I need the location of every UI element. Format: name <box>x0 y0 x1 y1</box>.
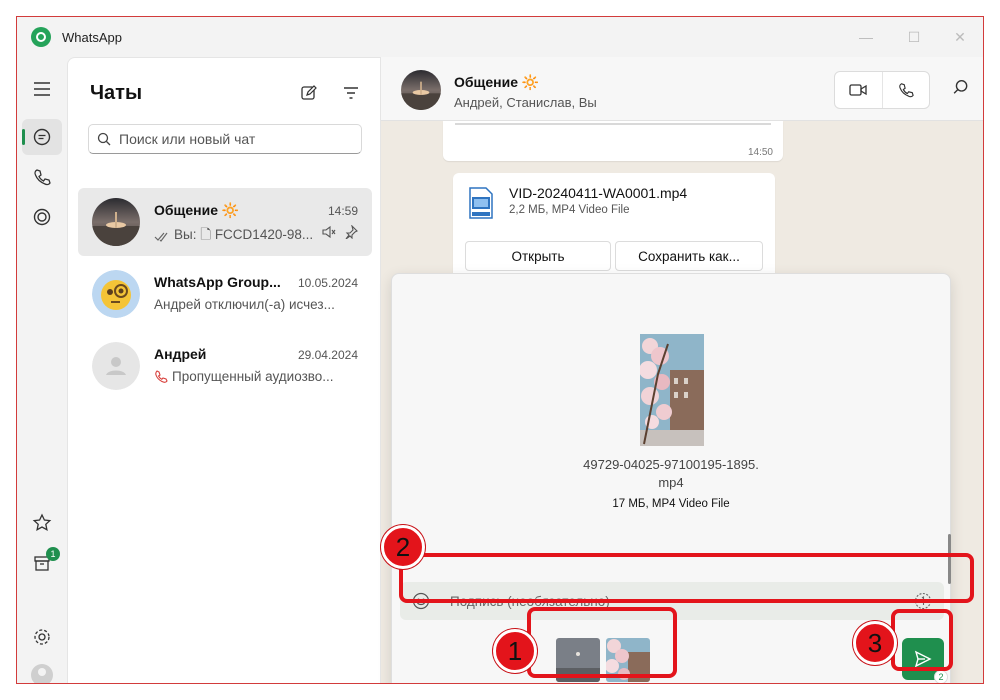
chat-item[interactable]: Общение 🔆 14:59 Вы: 🗋 FCCD1420-98... <box>78 188 372 256</box>
step-marker-2: 2 <box>381 525 425 569</box>
video-file-icon <box>469 187 493 219</box>
chat-avatar <box>92 198 140 246</box>
chat-avatar <box>92 270 140 318</box>
nav-rail: 1 <box>17 57 67 683</box>
chat-preview: Пропущенный аудиозво... <box>154 369 334 384</box>
chat-preview: Андрей отключил(-а) исчез... <box>154 297 335 312</box>
search-icon <box>97 132 111 146</box>
chat-item[interactable]: WhatsApp Group... 10.05.2024 Андрей откл… <box>78 260 372 328</box>
file-name: VID-20240411-WA0001.mp4 <box>509 185 688 201</box>
archive-badge: 1 <box>46 547 60 561</box>
title-bar: WhatsApp — ☐ ✕ <box>17 17 983 57</box>
pin-icon <box>345 225 358 239</box>
whatsapp-logo-icon <box>31 27 51 47</box>
conversation-header: Общение 🔆 Андрей, Станислав, Вы <box>381 57 983 121</box>
attachment-file-name: 49729-04025-97100195-1895. mp4 <box>583 457 759 490</box>
conversation-participants: Андрей, Станислав, Вы <box>454 95 597 110</box>
chat-list-panel: Чаты Общение 🔆 14:59 Вы: 🗋 FCCD1420-98..… <box>67 57 381 683</box>
nav-calls[interactable] <box>22 159 62 195</box>
conversation-search-button[interactable] <box>953 79 969 100</box>
search-input[interactable] <box>119 131 349 147</box>
nav-chats[interactable] <box>22 119 62 155</box>
conversation-avatar[interactable] <box>401 70 441 110</box>
search-icon <box>953 80 968 94</box>
chat-name: WhatsApp Group... <box>154 274 281 290</box>
missed-call-icon <box>155 369 168 383</box>
double-check-icon <box>154 232 168 242</box>
close-button[interactable]: ✕ <box>937 23 983 51</box>
save-as-button[interactable]: Сохранить как... <box>615 241 763 271</box>
attachment-file-meta: 17 МБ, MP4 Video File <box>612 498 730 510</box>
minimize-button[interactable]: — <box>843 23 889 51</box>
menu-icon <box>34 82 50 96</box>
chat-avatar <box>92 342 140 390</box>
message-bubble: 14:50 <box>443 121 783 161</box>
send-count-badge: 2 <box>934 670 948 683</box>
profile-avatar <box>31 664 53 683</box>
file-meta: 2,2 МБ, MP4 Video File <box>509 204 630 216</box>
status-icon <box>33 208 51 226</box>
filter-button[interactable] <box>338 80 364 106</box>
video-call-button[interactable] <box>835 72 883 108</box>
chat-name: Общение 🔆 <box>154 202 240 218</box>
step-marker-1: 1 <box>493 629 537 673</box>
chat-list-title: Чаты <box>90 82 143 104</box>
app-title: WhatsApp <box>62 30 122 45</box>
send-highlight <box>891 609 953 671</box>
new-chat-button[interactable] <box>296 80 322 106</box>
maximize-button[interactable]: ☐ <box>891 23 937 51</box>
calls-icon <box>34 169 51 186</box>
voice-call-button[interactable] <box>883 72 930 108</box>
nav-status[interactable] <box>22 199 62 235</box>
chat-time: 14:59 <box>327 204 358 218</box>
nav-archive[interactable]: 1 <box>22 545 62 581</box>
nav-settings[interactable] <box>22 619 62 655</box>
settings-icon <box>34 629 50 645</box>
nav-profile[interactable] <box>22 657 62 683</box>
call-buttons <box>834 71 930 109</box>
chat-item[interactable]: Андрей 29.04.2024 Пропущенный аудиозво..… <box>78 332 372 400</box>
menu-button[interactable] <box>22 71 62 107</box>
filter-icon <box>344 87 358 99</box>
media-preview <box>640 334 704 446</box>
nav-starred[interactable] <box>22 505 62 541</box>
thumbnails-highlight <box>527 607 677 678</box>
chats-icon <box>33 128 51 146</box>
chat-time: 29.04.2024 <box>297 348 358 362</box>
step-marker-3: 3 <box>853 621 897 665</box>
chat-name: Андрей <box>154 346 207 362</box>
muted-icon <box>322 225 336 239</box>
phone-icon <box>898 83 914 98</box>
chat-time: 10.05.2024 <box>297 276 358 290</box>
chat-preview: Вы: 🗋 FCCD1420-98... <box>154 225 313 248</box>
caption-highlight <box>399 553 974 603</box>
chat-flags <box>322 225 358 239</box>
edit-icon <box>301 85 317 100</box>
open-file-button[interactable]: Открыть <box>465 241 611 271</box>
search-box[interactable] <box>88 124 362 154</box>
conversation-name[interactable]: Общение 🔆 <box>454 74 539 91</box>
video-icon <box>849 84 867 96</box>
starred-icon <box>32 513 52 531</box>
message-time: 14:50 <box>747 147 773 158</box>
